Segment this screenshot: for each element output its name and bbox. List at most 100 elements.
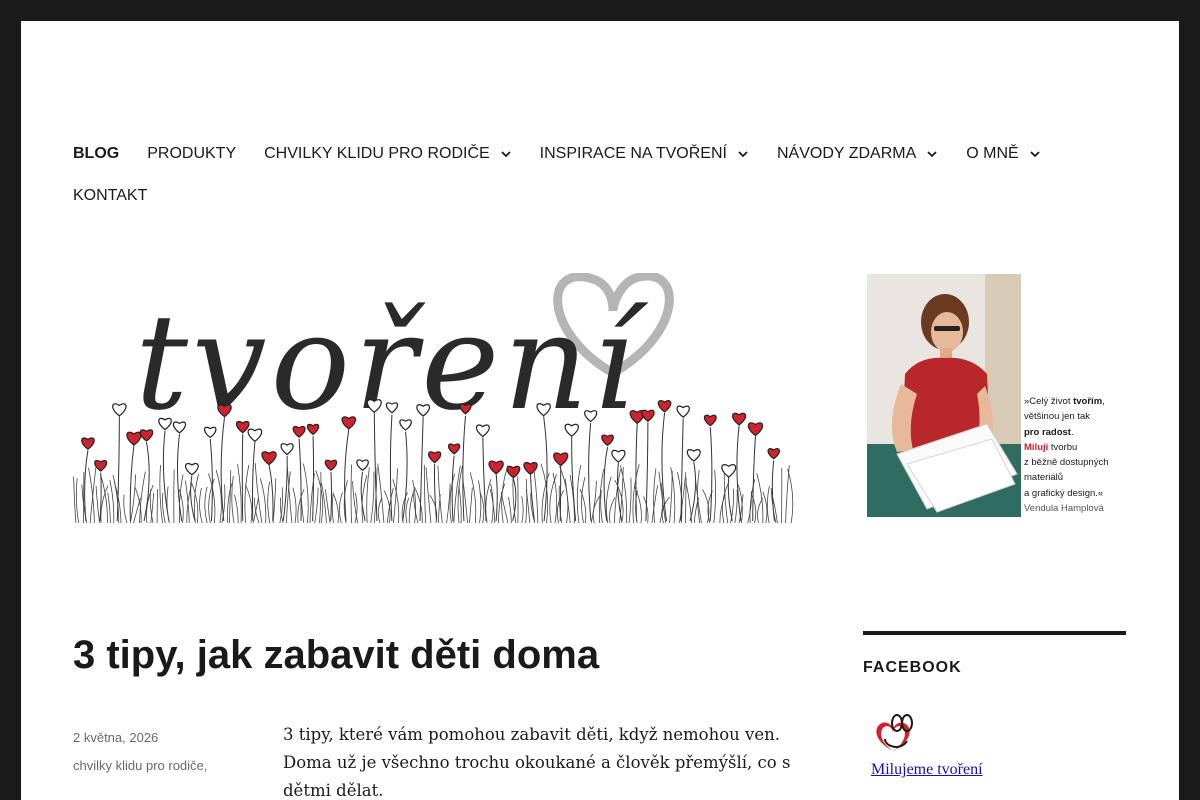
nav-item-label: CHVILKY KLIDU PRO RODIČE bbox=[264, 145, 490, 162]
grass-blade bbox=[423, 464, 427, 523]
grass-blade bbox=[606, 476, 612, 523]
grass-blade bbox=[162, 492, 166, 523]
grass-blade bbox=[370, 471, 375, 523]
grass-blade bbox=[485, 479, 492, 523]
article-title[interactable]: 3 tipy, jak zabavit děti doma bbox=[73, 629, 599, 681]
grass-blade bbox=[685, 481, 693, 523]
grass-blade bbox=[159, 464, 163, 523]
author-banner[interactable]: »Celý život tvořím, většinou jen tak pro… bbox=[867, 274, 1125, 519]
flower-heart-icon bbox=[81, 437, 95, 450]
article-excerpt: 3 tipy, které vám pomohou zabavit děti, … bbox=[283, 725, 791, 800]
nav-item-label: BLOG bbox=[73, 145, 120, 162]
chevron-down-icon[interactable] bbox=[500, 148, 512, 160]
page-container: BLOG PRODUKTY CHVILKY KLIDU PRO RODIČE INSP… bbox=[21, 21, 1179, 800]
grass-blade bbox=[267, 481, 271, 523]
grass-blade bbox=[204, 486, 208, 523]
nav-item-6[interactable]: KONTAKT bbox=[73, 175, 147, 217]
article-category[interactable]: chvilky klidu pro rodiče bbox=[73, 758, 204, 773]
flower-stem bbox=[736, 425, 742, 522]
flower-heart-icon bbox=[703, 414, 717, 427]
logo-artwork: tvoření bbox=[73, 273, 794, 523]
grass-blade bbox=[215, 469, 222, 523]
facebook-page-logo-icon[interactable] bbox=[871, 713, 919, 755]
grass-blade bbox=[88, 467, 95, 523]
author-name: Vendula Hamplová bbox=[1024, 503, 1104, 515]
flower-heart-icon bbox=[185, 462, 199, 476]
flower-stem bbox=[709, 427, 713, 522]
grass-blade bbox=[458, 485, 462, 523]
nav-item-1[interactable]: PRODUKTY bbox=[147, 133, 236, 175]
grass-blade bbox=[620, 465, 628, 523]
grass-blade bbox=[339, 492, 343, 523]
nav-item-5[interactable]: O MNĚ bbox=[966, 133, 1040, 175]
grass-blade bbox=[244, 464, 250, 523]
facebook-page-link[interactable]: Milujeme tvoření bbox=[871, 761, 983, 779]
flower-heart-icon bbox=[447, 443, 461, 455]
grass-blade bbox=[199, 487, 203, 523]
author-photo bbox=[867, 274, 1021, 517]
grass-blade bbox=[713, 469, 717, 523]
widget-title: FACEBOOK bbox=[863, 659, 962, 676]
flower-heart-icon bbox=[356, 459, 369, 471]
flower-stem bbox=[251, 441, 256, 522]
grass-blade bbox=[549, 474, 557, 523]
nav-item-0[interactable]: BLOG bbox=[73, 133, 119, 175]
flower-stem bbox=[495, 473, 498, 522]
flower-heart-icon bbox=[428, 451, 442, 464]
grass-blade bbox=[229, 470, 232, 523]
grass-blade bbox=[651, 485, 659, 523]
site-logo[interactable]: tvoření bbox=[73, 273, 797, 523]
chevron-down-icon[interactable] bbox=[1029, 148, 1041, 160]
flower-heart-icon bbox=[747, 422, 764, 437]
grass-blade bbox=[123, 494, 128, 523]
grass-blade bbox=[73, 476, 77, 523]
grass-blade bbox=[166, 486, 170, 523]
flower-stem bbox=[617, 462, 623, 522]
grass-blade bbox=[292, 487, 297, 523]
flower-heart-icon bbox=[112, 403, 127, 417]
grass-blade bbox=[525, 478, 528, 523]
flower-stem bbox=[451, 455, 455, 522]
grass-blade bbox=[272, 478, 277, 523]
flower-stem bbox=[603, 446, 609, 522]
nav-item-2[interactable]: CHVILKY KLIDU PRO RODIČE bbox=[264, 133, 512, 175]
grass-blade bbox=[139, 471, 146, 523]
grass-blade bbox=[576, 465, 582, 523]
grass-blade bbox=[679, 472, 687, 523]
nav-item-3[interactable]: INSPIRACE NA TVOŘENÍ bbox=[540, 133, 749, 175]
grass-blade bbox=[478, 480, 482, 523]
flower-heart-icon bbox=[523, 461, 538, 476]
grass-blade bbox=[734, 489, 738, 523]
nav-item-4[interactable]: NÁVODY ZDARMA bbox=[777, 133, 938, 175]
chevron-down-icon[interactable] bbox=[926, 148, 938, 160]
grass-blade bbox=[600, 489, 603, 523]
grass-blade bbox=[628, 477, 632, 523]
grass-blade bbox=[723, 471, 729, 523]
grass-blade bbox=[319, 471, 322, 523]
flower-heart-icon bbox=[601, 434, 614, 447]
flower-heart-icon bbox=[324, 459, 338, 472]
category-separator: , bbox=[203, 758, 208, 773]
flower-heart-icon bbox=[732, 412, 747, 426]
flower-heart-icon bbox=[686, 449, 701, 462]
flower-stem bbox=[298, 438, 302, 522]
flower-heart-icon bbox=[261, 451, 277, 466]
flower-heart-icon bbox=[767, 448, 780, 460]
flower-stem bbox=[330, 472, 332, 522]
logo-grass bbox=[73, 463, 794, 523]
grass-blade bbox=[405, 497, 410, 523]
flower-heart-icon bbox=[126, 431, 142, 446]
grass-blade bbox=[300, 497, 305, 523]
nav-item-label: NÁVODY ZDARMA bbox=[776, 145, 917, 162]
nav-item-label: KONTAKT bbox=[73, 187, 148, 204]
flower-stem bbox=[268, 464, 274, 522]
grass-blade bbox=[552, 472, 558, 523]
chevron-down-icon[interactable] bbox=[737, 148, 749, 160]
author-quote: »Celý život tvořím, většinou jen tak pro… bbox=[1024, 394, 1128, 516]
grass-blade bbox=[231, 475, 235, 523]
flower-heart-icon bbox=[280, 443, 294, 456]
grass-blade bbox=[685, 477, 687, 523]
article-date[interactable]: 2 května, 2026 bbox=[73, 730, 158, 745]
flower-stem bbox=[571, 436, 577, 522]
grass-blade bbox=[508, 497, 512, 523]
